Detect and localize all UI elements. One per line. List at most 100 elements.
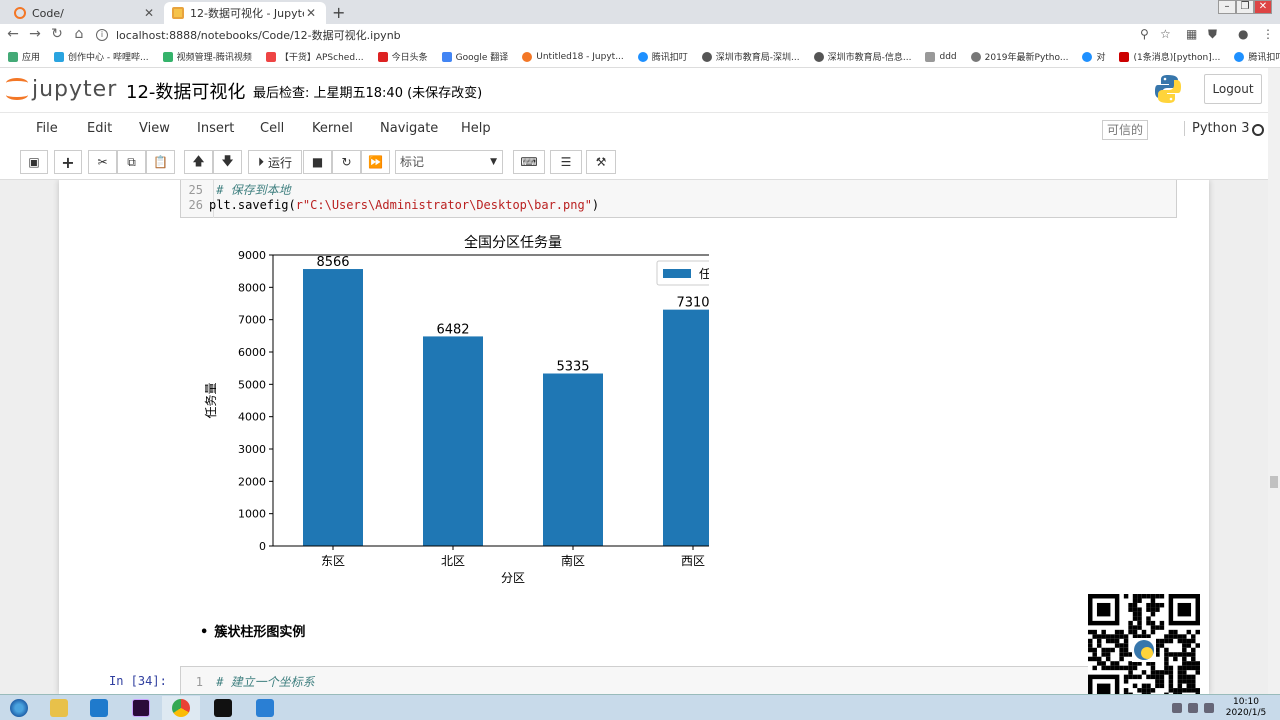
csdn-icon bbox=[265, 51, 276, 62]
bar-chart-output: 全国分区任务量 8566 东区 6482 北区 5335 南区 7310 西区 0 1000 2000… bbox=[189, 228, 754, 590]
menu-file[interactable]: File bbox=[36, 121, 58, 136]
save-button[interactable]: ▣ bbox=[20, 150, 48, 174]
y-axis-label: 任务量 bbox=[203, 382, 218, 418]
maximize-icon[interactable]: ❐ bbox=[1236, 0, 1254, 14]
data-label: 8566 bbox=[316, 255, 349, 270]
code-cell[interactable]: 25 # 保存到本地 26 plt.savefig(r"C:\Users\Admi… bbox=[180, 180, 1177, 218]
bookmark-item[interactable]: Untitled18 - Jupyt... bbox=[522, 51, 624, 62]
y-tick-label: 8000 bbox=[238, 281, 266, 294]
bookmark-item[interactable]: (1条消息)[python]... bbox=[1119, 50, 1220, 63]
bookmark-item[interactable]: 【干货】APSched... bbox=[265, 50, 364, 63]
cell-type-select[interactable]: 标记 ▼ bbox=[395, 150, 503, 174]
data-label: 5335 bbox=[556, 360, 589, 375]
new-tab-button[interactable]: + bbox=[332, 3, 345, 22]
reload-icon[interactable]: ↻ bbox=[48, 26, 66, 42]
close-icon[interactable]: ✕ bbox=[304, 6, 318, 20]
bookmark-item[interactable]: 创作中心 - 哔哩哔... bbox=[54, 50, 149, 63]
more-menu-icon[interactable]: ⋮ bbox=[1262, 27, 1274, 41]
tab-notebook[interactable]: 12-数据可视化 - Jupyter Notebo ✕ bbox=[164, 2, 326, 24]
taskbar-vscode[interactable] bbox=[80, 696, 118, 720]
taskbar-clock[interactable]: 10:10 2020/1/5 bbox=[1220, 697, 1272, 719]
trusted-badge[interactable]: 可信的 bbox=[1102, 120, 1148, 140]
y-tick-label: 2000 bbox=[238, 475, 266, 488]
menu-kernel[interactable]: Kernel bbox=[312, 121, 353, 136]
menu-cell[interactable]: Cell bbox=[260, 121, 284, 136]
bookmark-item[interactable]: Google 翻译 bbox=[441, 50, 508, 63]
zoom-icon[interactable]: ⚲ bbox=[1140, 27, 1149, 41]
menu-help[interactable]: Help bbox=[461, 121, 491, 136]
cell-prompt: In [34]: bbox=[109, 674, 167, 688]
star-icon[interactable]: ☆ bbox=[1160, 27, 1171, 41]
scrollbar-thumb[interactable] bbox=[1270, 476, 1278, 488]
taskbar-premiere[interactable] bbox=[122, 696, 160, 720]
jupyter-logo[interactable]: jupyter bbox=[6, 76, 117, 102]
taskbar-chrome[interactable] bbox=[162, 696, 200, 720]
tray-icon[interactable] bbox=[1172, 703, 1182, 713]
info-icon[interactable]: i bbox=[96, 29, 108, 41]
vertical-scrollbar[interactable] bbox=[1268, 68, 1280, 694]
run-button[interactable]: ⏵ 运行 bbox=[248, 150, 302, 174]
bookmark-item[interactable]: 今日头条 bbox=[377, 50, 428, 63]
bookmark-item[interactable]: 腾讯扣叮 bbox=[1234, 50, 1280, 63]
notebook-title[interactable]: 12-数据可视化 bbox=[126, 78, 245, 104]
menu-edit[interactable]: Edit bbox=[87, 121, 112, 136]
forward-arrow-icon[interactable]: → bbox=[26, 26, 44, 42]
y-tick-label: 1000 bbox=[238, 508, 266, 521]
bookmark-item[interactable]: 腾讯扣叮 bbox=[637, 50, 688, 63]
volume-icon[interactable] bbox=[1204, 703, 1214, 713]
restart-run-all-button[interactable]: ⏩ bbox=[361, 150, 390, 174]
shield-icon[interactable]: ⛊ bbox=[1208, 27, 1217, 42]
cut-button[interactable]: ✂ bbox=[88, 150, 117, 174]
paste-button[interactable]: 📋 bbox=[146, 150, 175, 174]
tab-label: Code/ bbox=[32, 6, 64, 20]
bookmark-item[interactable]: 深圳市教育局-信息... bbox=[813, 50, 911, 63]
menu-navigate[interactable]: Navigate bbox=[380, 121, 438, 136]
globe-icon bbox=[813, 51, 824, 62]
bookmark-item[interactable]: 对 bbox=[1082, 50, 1105, 63]
y-tick-label: 4000 bbox=[238, 411, 266, 424]
taskbar-recorder[interactable] bbox=[246, 696, 284, 720]
bookmark-item[interactable]: 应用 bbox=[8, 50, 40, 63]
bookmark-item[interactable]: 深圳市教育局-深圳... bbox=[701, 50, 800, 63]
csdn-icon bbox=[1119, 51, 1130, 62]
extensions-icon[interactable]: ▦ bbox=[1186, 27, 1197, 41]
command-palette-button[interactable]: ⌨ bbox=[513, 150, 545, 174]
notebook-page: 25 # 保存到本地 26 plt.savefig(r"C:\Users\Admi… bbox=[59, 180, 1209, 694]
move-down-button[interactable]: 🡇 bbox=[213, 150, 242, 174]
taskbar-terminal[interactable] bbox=[204, 696, 242, 720]
move-up-button[interactable]: 🡅 bbox=[184, 150, 213, 174]
bookmark-item[interactable]: 视频管理-腾讯视频 bbox=[162, 50, 252, 63]
extensions-button[interactable]: ⚒ bbox=[586, 150, 616, 174]
insert-cell-button[interactable]: + bbox=[54, 150, 82, 174]
restart-button[interactable]: ↻ bbox=[332, 150, 361, 174]
window-close-icon[interactable]: ✕ bbox=[1254, 0, 1272, 14]
menu-insert[interactable]: Insert bbox=[197, 121, 234, 136]
code-cell[interactable]: 1 # 建立一个坐标系 bbox=[180, 666, 1177, 694]
restart-icon: ↻ bbox=[341, 155, 352, 169]
close-icon[interactable]: ✕ bbox=[142, 6, 156, 20]
toc-button[interactable]: ☰ bbox=[550, 150, 582, 174]
x-axis-label: 分区 bbox=[501, 571, 525, 585]
vscode-icon bbox=[90, 699, 108, 717]
notebook-container[interactable]: 25 # 保存到本地 26 plt.savefig(r"C:\Users\Admi… bbox=[0, 180, 1268, 694]
tab-code[interactable]: Code/ ✕ bbox=[6, 2, 164, 24]
back-arrow-icon[interactable]: ← bbox=[4, 26, 22, 42]
taskbar-explorer[interactable] bbox=[40, 696, 78, 720]
menu-view[interactable]: View bbox=[139, 121, 170, 136]
fast-forward-icon: ⏩ bbox=[368, 155, 383, 169]
y-tick-label: 3000 bbox=[238, 443, 266, 456]
minimize-icon[interactable]: – bbox=[1218, 0, 1236, 14]
account-icon[interactable]: ● bbox=[1238, 27, 1248, 41]
network-icon[interactable] bbox=[1188, 703, 1198, 713]
start-button[interactable] bbox=[0, 696, 38, 720]
copy-button[interactable]: ⧉ bbox=[117, 150, 146, 174]
video-icon bbox=[162, 51, 173, 62]
logout-button[interactable]: Logout bbox=[1204, 74, 1262, 104]
home-icon[interactable]: ⌂ bbox=[70, 26, 88, 42]
address-bar[interactable]: i localhost:8888/notebooks/Code/12-数据可视化… bbox=[96, 26, 1196, 44]
bookmark-item[interactable]: ddd bbox=[925, 51, 957, 62]
bilibili-icon bbox=[54, 51, 65, 62]
interrupt-button[interactable]: ■ bbox=[303, 150, 332, 174]
bookmark-item[interactable]: 2019年最新Pytho... bbox=[970, 50, 1068, 63]
koding-icon bbox=[1234, 51, 1245, 62]
